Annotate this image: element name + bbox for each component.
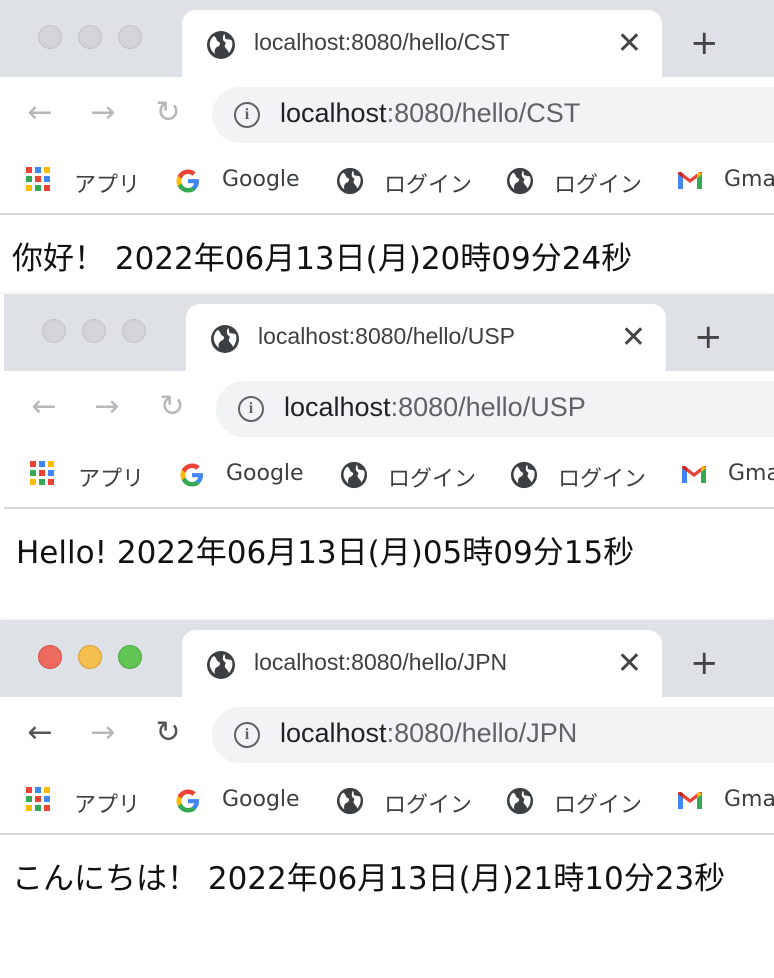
bookmark-label: Gmail (728, 461, 774, 486)
greeting-text: 你好！ 2022年06月13日(月)20時09分24秒 (12, 241, 633, 277)
bookmark-label: アプリ (74, 793, 141, 818)
back-button[interactable]: ← (22, 715, 58, 751)
bookmark-label: ログイン (558, 467, 647, 492)
globe-icon (506, 787, 534, 815)
apps-grid-icon (26, 787, 54, 815)
globe-icon (207, 31, 235, 59)
url-text[interactable]: localhost:8080/hello/CST (280, 98, 580, 129)
globe-icon (207, 651, 235, 679)
zoom-window-button[interactable] (118, 25, 142, 49)
tab-close-icon[interactable]: ✕ (617, 644, 642, 684)
greeting-text: Hello! 2022年06月13日(月)05時09分15秒 (16, 535, 635, 571)
bookmarks-bar: アプリ Google ログイン ログイン Gma (4, 443, 774, 509)
new-tab-button[interactable]: + (694, 320, 723, 354)
zoom-window-button[interactable] (122, 319, 146, 343)
close-window-button[interactable] (38, 25, 62, 49)
url-path: :8080/hello/CST (386, 98, 581, 128)
globe-icon (340, 461, 368, 489)
forward-button[interactable]: → (85, 715, 121, 751)
bookmarks-bar: アプリ Google ログイン ログイン Gma (0, 769, 774, 835)
new-tab-button[interactable]: + (690, 646, 719, 680)
site-info-icon[interactable]: i (234, 722, 260, 748)
bookmark-label: Google (222, 167, 300, 192)
google-g-icon (176, 789, 199, 813)
bookmark-label: ログイン (384, 793, 473, 818)
forward-button[interactable]: → (89, 389, 125, 425)
zoom-window-button[interactable] (118, 645, 142, 669)
address-bar[interactable]: i localhost:8080/hello/CST (212, 87, 774, 143)
bookmarks-bar: アプリ Google ログイン ログイン Gma (0, 149, 774, 215)
gmail-icon (678, 172, 702, 189)
tab-title: localhost:8080/hello/USP (258, 323, 515, 349)
globe-icon (336, 787, 364, 815)
tab-strip: localhost:8080/hello/JPN ✕ + (0, 620, 774, 697)
apps-grid-icon (26, 167, 54, 195)
tab-strip: localhost:8080/hello/USP ✕ + (4, 294, 774, 371)
browser-window-usp: localhost:8080/hello/USP ✕ + ← → ↻ i loc… (0, 294, 774, 614)
apps-grid-icon (30, 461, 58, 489)
tab-active[interactable]: localhost:8080/hello/JPN ✕ (182, 630, 662, 697)
tab-close-icon[interactable]: ✕ (621, 318, 646, 358)
back-button[interactable]: ← (26, 389, 62, 425)
bookmark-label: アプリ (78, 467, 145, 492)
back-button[interactable]: ← (22, 95, 58, 131)
url-host: localhost (284, 392, 391, 422)
bookmark-label: ログイン (554, 173, 643, 198)
minimize-window-button[interactable] (78, 645, 102, 669)
browser-window-jpn: localhost:8080/hello/JPN ✕ + ← → ↻ i loc… (0, 620, 774, 978)
bookmark-label: Gmail (724, 167, 774, 192)
browser-window-cst: localhost:8080/hello/CST ✕ + ← → ↻ i loc… (0, 0, 774, 292)
globe-icon (506, 167, 534, 195)
gmail-icon (678, 792, 702, 809)
address-bar[interactable]: i localhost:8080/hello/JPN (212, 707, 774, 763)
tab-active[interactable]: localhost:8080/hello/CST ✕ (182, 10, 662, 77)
globe-icon (336, 167, 364, 195)
close-window-button[interactable] (42, 319, 66, 343)
toolbar: ← → ↻ i localhost:8080/hello/JPN (0, 697, 774, 769)
bookmark-label: ログイン (554, 793, 643, 818)
close-window-button[interactable] (38, 645, 62, 669)
minimize-window-button[interactable] (82, 319, 106, 343)
bookmark-label: ログイン (384, 173, 473, 198)
toolbar: ← → ↻ i localhost:8080/hello/USP (4, 371, 774, 443)
bookmark-label: Gmail (724, 787, 774, 812)
gmail-icon (682, 466, 706, 483)
tab-strip: localhost:8080/hello/CST ✕ + (0, 0, 774, 77)
reload-button[interactable]: ↻ (150, 715, 186, 751)
url-path: :8080/hello/JPN (386, 718, 578, 748)
url-text[interactable]: localhost:8080/hello/JPN (280, 718, 577, 749)
tab-title: localhost:8080/hello/CST (254, 29, 510, 55)
greeting-text: こんにちは！ 2022年06月13日(月)21時10分23秒 (12, 861, 726, 897)
reload-button[interactable]: ↻ (150, 95, 186, 131)
bookmark-label: Google (222, 787, 300, 812)
google-g-icon (180, 463, 203, 487)
new-tab-button[interactable]: + (690, 26, 719, 60)
tab-active[interactable]: localhost:8080/hello/USP ✕ (186, 304, 666, 371)
bookmark-label: ログイン (388, 467, 477, 492)
url-host: localhost (280, 98, 387, 128)
site-info-icon[interactable]: i (238, 396, 264, 422)
reload-button[interactable]: ↻ (154, 389, 190, 425)
tab-close-icon[interactable]: ✕ (617, 24, 642, 64)
bookmark-label: アプリ (74, 173, 141, 198)
bookmark-label: Google (226, 461, 304, 486)
address-bar[interactable]: i localhost:8080/hello/USP (216, 381, 774, 437)
toolbar: ← → ↻ i localhost:8080/hello/CST (0, 77, 774, 149)
minimize-window-button[interactable] (78, 25, 102, 49)
url-path: :8080/hello/USP (390, 392, 586, 422)
forward-button[interactable]: → (85, 95, 121, 131)
url-host: localhost (280, 718, 387, 748)
tab-title: localhost:8080/hello/JPN (254, 649, 508, 675)
globe-icon (510, 461, 538, 489)
globe-icon (211, 325, 239, 353)
site-info-icon[interactable]: i (234, 102, 260, 128)
url-text[interactable]: localhost:8080/hello/USP (284, 392, 586, 423)
google-g-icon (176, 169, 199, 193)
